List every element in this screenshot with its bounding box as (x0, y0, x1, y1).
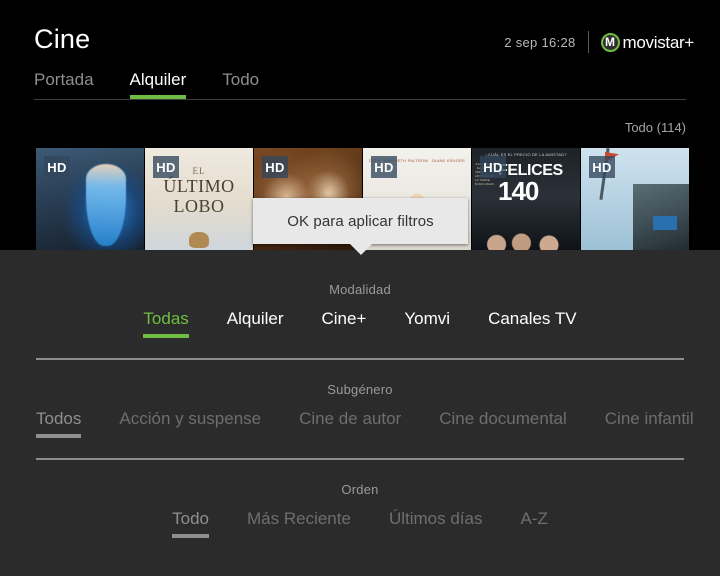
option-selected-underline (36, 434, 82, 438)
tooltip-arrow-icon (349, 244, 372, 255)
option-label: Cine+ (321, 309, 367, 328)
poster-tile[interactable]: EL ÚLTIMO LOBO HD (145, 148, 253, 250)
clock: 2 sep 16:28 (504, 34, 576, 50)
tab-label: Alquiler (129, 70, 187, 89)
tab-baseline (34, 99, 686, 100)
option-orden-a-z[interactable]: A-Z (520, 509, 547, 538)
option-label: A-Z (520, 509, 548, 528)
option-modalidad-cine-plus[interactable]: Cine+ (322, 309, 367, 338)
section-divider (36, 458, 684, 460)
section-title: Modalidad (329, 282, 391, 297)
option-subgenero-cine-infantil[interactable]: Cine infantil (605, 409, 694, 438)
option-label: Todo (172, 509, 209, 528)
tab-portada[interactable]: Portada (34, 70, 94, 99)
filter-section-orden: Orden Todo Más Reciente Últimos días A-Z (0, 482, 720, 538)
option-label: Cine de autor (299, 409, 402, 428)
option-selected-underline (143, 334, 189, 338)
option-label: Acción y suspense (119, 409, 262, 428)
option-modalidad-todas[interactable]: Todas (143, 309, 189, 338)
option-label: Cine infantil (604, 409, 694, 428)
tab-bar: Portada Alquiler Todo (0, 70, 720, 102)
option-selected-underline (172, 534, 209, 538)
tab-todo[interactable]: Todo (222, 70, 259, 99)
hd-badge-icon: HD (262, 156, 288, 178)
hd-badge-icon: HD (371, 156, 397, 178)
option-subgenero-cine-documental[interactable]: Cine documental (439, 409, 567, 438)
option-orden-ultimos-dias[interactable]: Últimos días (389, 509, 483, 538)
tab-label: Todo (222, 70, 260, 89)
hd-badge-icon: HD (153, 156, 179, 178)
tooltip-text: OK para aplicar filtros (287, 212, 434, 230)
tv-filter-screen: Cine 2 sep 16:28 M movistar+ Portada Alq… (0, 0, 720, 576)
option-label: Todos (36, 409, 82, 428)
option-subgenero-accion-y-suspense[interactable]: Acción y suspense (119, 409, 261, 438)
tab-label: Portada (34, 70, 94, 89)
option-orden-todo[interactable]: Todo (172, 509, 209, 538)
option-label: Yomvi (404, 309, 451, 328)
poster-tile[interactable]: HD (36, 148, 144, 250)
filter-section-subgenero: Subgénero Todos Acción y suspense Cine d… (0, 382, 720, 438)
option-row-modalidad: Todas Alquiler Cine+ Yomvi Canales TV (0, 309, 720, 338)
option-row-subgenero: Todos Acción y suspense Cine de autor Ci… (0, 409, 720, 438)
hd-badge-icon: HD (480, 156, 506, 178)
option-label: Canales TV (488, 309, 577, 328)
poster-tile[interactable]: HD (581, 148, 689, 250)
option-row-orden: Todo Más Reciente Últimos días A-Z (0, 509, 720, 538)
option-modalidad-canales-tv[interactable]: Canales TV (488, 309, 577, 338)
header-right-cluster: 2 sep 16:28 M movistar+ (504, 30, 694, 54)
option-orden-mas-reciente[interactable]: Más Reciente (247, 509, 351, 538)
brand-mark-letter: M (605, 34, 616, 49)
option-label: Cine documental (439, 409, 567, 428)
poster-title-line: 140 (498, 176, 539, 206)
option-subgenero-cine-de-autor[interactable]: Cine de autor (299, 409, 401, 438)
option-label: Alquiler (226, 309, 284, 328)
option-label: Últimos días (388, 509, 483, 528)
result-count-label: Todo (114) (624, 120, 686, 135)
option-modalidad-yomvi[interactable]: Yomvi (404, 309, 450, 338)
section-divider (36, 358, 684, 360)
header-divider (587, 31, 589, 53)
page-title: Cine (34, 24, 91, 54)
option-modalidad-alquiler[interactable]: Alquiler (227, 309, 284, 338)
header-bar: Cine 2 sep 16:28 M movistar+ (0, 0, 720, 66)
movistar-logo-icon: M (600, 32, 620, 52)
tooltip-apply-filters: OK para aplicar filtros (253, 198, 468, 255)
hd-badge-icon: HD (44, 156, 70, 178)
brand-name: movistar+ (622, 32, 695, 52)
section-title: Orden (341, 482, 379, 497)
tab-alquiler[interactable]: Alquiler (129, 70, 187, 99)
filter-section-modalidad: Modalidad Todas Alquiler Cine+ Yomvi Can… (0, 282, 720, 338)
option-subgenero-todos[interactable]: Todos (36, 409, 82, 438)
section-title: Subgénero (327, 382, 393, 397)
filter-panel: Modalidad Todas Alquiler Cine+ Yomvi Can… (0, 250, 720, 576)
poster-credit: DIANE KRUGER (432, 158, 466, 163)
tab-list: Portada Alquiler Todo (34, 70, 295, 99)
option-label: Más Reciente (247, 509, 351, 528)
hd-badge-icon: HD (589, 156, 615, 178)
option-label: Todas (143, 309, 189, 328)
poster-tile[interactable]: ¿CUÁL ES EL PRECIO DE LA AMISTAD? JULIO … (472, 148, 580, 250)
brand-logo: M movistar+ (600, 32, 695, 52)
